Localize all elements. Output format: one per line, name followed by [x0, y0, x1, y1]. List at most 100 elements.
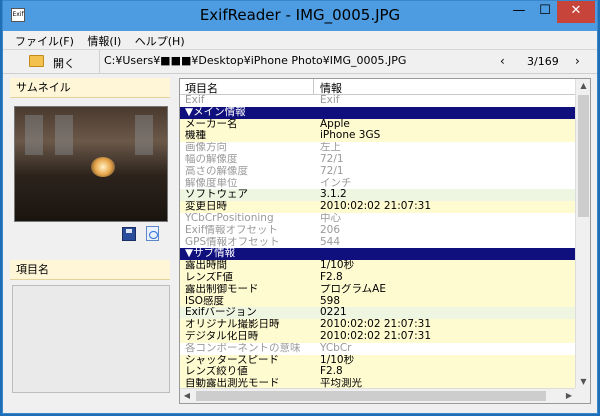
table-row[interactable]: 各コンポーネントの意味 YCbCr: [180, 342, 576, 355]
file-path: C:¥Users¥■■■¥Desktop¥iPhone Photo¥IMG_00…: [99, 50, 406, 73]
table-row[interactable]: 解像度単位 インチ: [180, 177, 576, 190]
column-divider[interactable]: [313, 79, 314, 95]
image-counter: 3/169: [527, 55, 559, 68]
row-item-value: 544: [320, 236, 341, 248]
row-item-value: 598: [320, 295, 341, 307]
row-item-value: F2.8: [320, 366, 343, 378]
maximize-button[interactable]: ☐: [531, 1, 559, 23]
row-item-value: YCbCr: [320, 342, 352, 354]
row-item-name: Exif情報オフセット: [185, 224, 278, 236]
save-icon[interactable]: [122, 227, 136, 241]
title-bar[interactable]: Exif ExifReader - IMG_0005.JPG — ☐ ✕: [3, 1, 597, 31]
row-item-name: 露出時間: [185, 260, 227, 272]
grid-rows: Exif Exif ▼メイン情報 メーカー名 Apple 機種 iPhone 3GS 画像方向…: [180, 95, 576, 390]
menu-file[interactable]: ファイル(F): [11, 31, 78, 51]
candle-glow: [91, 157, 115, 177]
row-item-name: メーカー名: [185, 118, 238, 130]
table-row[interactable]: 機種 iPhone 3GS: [180, 130, 576, 143]
view-image-icon[interactable]: [146, 226, 159, 241]
row-item-value: iPhone 3GS: [320, 130, 381, 142]
exif-grid: 項目名 情報 Exif Exif ▼メイン情報 メーカー名 Apple 機種 iPhone …: [179, 78, 591, 404]
table-row[interactable]: 画像方向 左上: [180, 142, 576, 154]
row-item-value: インチ: [320, 177, 352, 189]
thumbnail-actions: [10, 222, 170, 248]
item-detail-box: [12, 285, 170, 393]
row-item-value: プログラムAE: [320, 283, 387, 295]
prev-image-button[interactable]: ‹: [500, 54, 505, 68]
column-header-info[interactable]: 情報: [320, 80, 342, 96]
table-row[interactable]: 幅の解像度 72/1: [180, 153, 576, 166]
table-row[interactable]: シャッタースピード 1/10秒: [180, 354, 576, 367]
table-row[interactable]: GPS情報オフセット 544: [180, 236, 576, 249]
scroll-left-icon[interactable]: ◀: [180, 389, 194, 403]
close-button[interactable]: ✕: [557, 1, 595, 23]
row-item-name: 高さの解像度: [185, 165, 248, 177]
table-row[interactable]: Exif Exif: [180, 95, 576, 107]
table-row[interactable]: デジタル化日時 2010:02:02 21:07:31: [180, 330, 576, 343]
scroll-down-icon[interactable]: ▼: [576, 375, 590, 389]
row-item-value: F2.8: [320, 271, 343, 283]
vertical-scroll-thumb[interactable]: [578, 95, 589, 217]
row-item-name: Exif: [185, 95, 205, 106]
row-item-name: 変更日時: [185, 201, 227, 213]
left-panel: サムネイル 項目名: [10, 78, 170, 404]
table-row[interactable]: ISO感度 598: [180, 295, 576, 308]
table-row[interactable]: レンズF値 F2.8: [180, 271, 576, 284]
table-row[interactable]: Exifバージョン 0221: [180, 307, 576, 320]
window-reflection: [135, 115, 153, 155]
folder-open-icon: [29, 55, 44, 67]
row-item-name: オリジナル撮影日時: [185, 319, 280, 331]
row-item-name: 解像度単位: [185, 177, 238, 189]
row-item-name: 各コンポーネントの意味: [185, 342, 301, 354]
menu-bar: ファイル(F) 情報(I) ヘルプ(H): [3, 31, 597, 50]
row-item-name: ISO感度: [185, 295, 225, 307]
next-image-button[interactable]: ›: [575, 54, 580, 68]
scroll-right-icon[interactable]: ▶: [562, 389, 576, 403]
row-item-value: 2010:02:02 21:07:31: [320, 201, 432, 213]
row-item-name: 露出制御モード: [185, 283, 259, 295]
minimize-button[interactable]: —: [505, 1, 533, 23]
row-item-name: ▼サブ情報: [185, 248, 236, 260]
window-reflection: [25, 115, 43, 155]
menu-info[interactable]: 情報(I): [83, 31, 125, 51]
table-row[interactable]: 高さの解像度 72/1: [180, 165, 576, 178]
row-item-value: 72/1: [320, 153, 344, 165]
row-item-value: 2010:02:02 21:07:31: [320, 319, 432, 331]
row-item-value: Exif: [320, 95, 340, 106]
table-row[interactable]: YCbCrPositioning 中心: [180, 212, 576, 225]
open-button[interactable]: 開く: [29, 52, 87, 72]
row-item-name: 画像方向: [185, 142, 227, 154]
section-header-row[interactable]: ▼メイン情報: [180, 106, 576, 119]
row-item-name: デジタル化日時: [185, 330, 259, 342]
table-row[interactable]: 露出時間 1/10秒: [180, 260, 576, 272]
table-row[interactable]: レンズ絞り値 F2.8: [180, 366, 576, 379]
row-item-value: Apple: [320, 118, 350, 130]
table-row[interactable]: メーカー名 Apple: [180, 118, 576, 131]
row-item-name: YCbCrPositioning: [185, 212, 274, 224]
table-row[interactable]: ソフトウェア 3.1.2: [180, 189, 576, 202]
grid-header: 項目名 情報: [180, 79, 590, 95]
table-row[interactable]: 露出制御モード プログラムAE: [180, 283, 576, 296]
scroll-corner: [575, 388, 590, 403]
row-item-name: Exifバージョン: [185, 307, 257, 319]
row-item-name: 機種: [185, 130, 206, 142]
row-item-value: 2010:02:02 21:07:31: [320, 330, 432, 342]
vertical-scrollbar[interactable]: ▲ ▼: [575, 79, 590, 389]
table-row[interactable]: 変更日時 2010:02:02 21:07:31: [180, 201, 576, 213]
section-header-row[interactable]: ▼サブ情報: [180, 248, 576, 261]
window-reflection: [55, 115, 73, 155]
horizontal-scroll-thumb[interactable]: [196, 391, 546, 401]
table-row[interactable]: Exif情報オフセット 206: [180, 224, 576, 237]
menu-help[interactable]: ヘルプ(H): [131, 31, 189, 51]
row-item-name: ソフトウェア: [185, 189, 248, 201]
column-header-name[interactable]: 項目名: [185, 80, 218, 96]
scroll-up-icon[interactable]: ▲: [576, 79, 590, 93]
row-item-name: レンズF値: [185, 271, 233, 283]
horizontal-scrollbar[interactable]: ◀ ▶: [180, 388, 576, 403]
table-row[interactable]: オリジナル撮影日時 2010:02:02 21:07:31: [180, 319, 576, 331]
toolbar: 開く C:¥Users¥■■■¥Desktop¥iPhone Photo¥IMG…: [3, 50, 597, 74]
row-item-value: 206: [320, 224, 341, 236]
row-item-value: 中心: [320, 212, 341, 224]
row-item-name: シャッタースピード: [185, 354, 279, 366]
row-item-value: 1/10秒: [320, 354, 355, 366]
